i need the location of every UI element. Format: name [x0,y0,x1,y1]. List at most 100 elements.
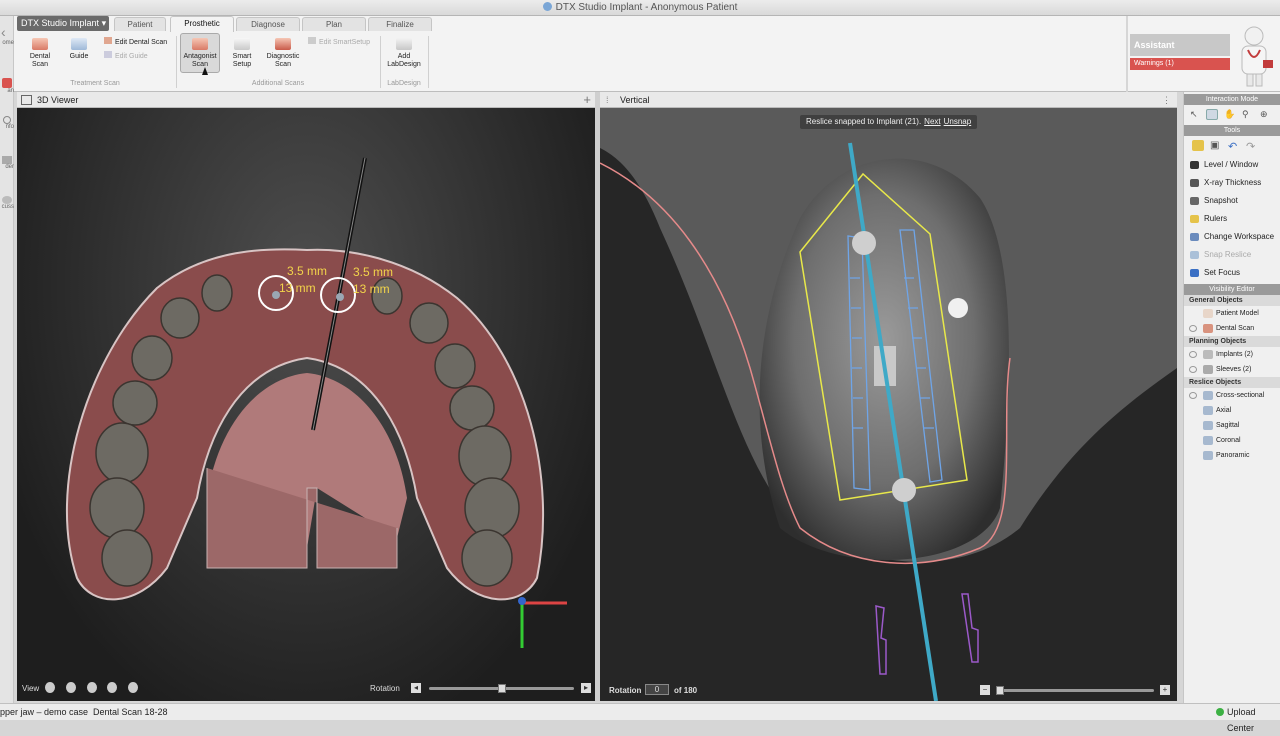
tab-patient[interactable]: Patient [114,17,166,31]
dental-scan-button[interactable]: Dental Scan [24,38,56,69]
view-menu-icon[interactable]: ⋮ [1162,92,1171,108]
tab-plan[interactable]: Plan [302,17,366,31]
scan-nav[interactable]: an [0,78,14,100]
rotation-input[interactable]: 0 [645,684,669,695]
visibility-implants[interactable]: Implants (2) [1184,347,1280,362]
info-nav[interactable]: nfo [0,116,14,138]
implant1-diameter-label: 3.5 mm [287,264,328,278]
diagnostic-scan-button[interactable]: Diagnostic Scan [264,38,302,69]
edit-smartsetup-icon [308,37,316,44]
home-nav[interactable]: ‹ ome [0,24,14,44]
tool-snap-reslice[interactable]: Snap Reslice [1184,246,1280,264]
cross-sectional-icon [1203,391,1213,400]
slider-plus-icon[interactable]: + [1160,685,1170,695]
upload-center-button[interactable]: Upload Center [1227,704,1280,736]
vertical-reslice-canvas[interactable]: Reslice snapped to Implant (21). Next Unsn… [600,108,1177,701]
undo-icon[interactable]: ↶ [1228,140,1240,153]
scan-icon [2,78,12,88]
assistant-doctor-icon [1241,26,1273,87]
rotate-right-icon[interactable]: ▸ [581,683,591,693]
redo-icon[interactable]: ↷ [1246,140,1258,153]
edit-smartsetup-button[interactable]: Edit SmartSetup [308,37,370,46]
tool-level-window[interactable]: Level / Window [1184,156,1280,174]
next-link[interactable]: Next [924,117,940,126]
visibility-patient-model[interactable]: Patient Model [1184,306,1280,321]
visibility-dental-scan[interactable]: Dental Scan [1184,321,1280,336]
guide-button[interactable]: Guide [64,38,94,61]
implant2-diameter-label: 3.5 mm [353,265,394,279]
rotation-slider-vertical[interactable] [996,686,1154,695]
app-icon [542,2,552,11]
assistant-panel: Assistant Warnings (1) [1128,16,1280,92]
zoom-region-icon[interactable]: ⊕ [1260,109,1272,120]
tools-header: Tools [1184,125,1280,136]
info-icon [3,116,11,124]
interaction-mode-toolbar: ↖ ✋ ⚲ ⊕ [1184,105,1280,123]
assistant-title[interactable]: Assistant [1130,34,1230,56]
view-presets [45,682,139,696]
tab-diagnose[interactable]: Diagnose [236,17,300,31]
visibility-sagittal[interactable]: Sagittal [1184,418,1280,433]
vertical-header: ⁞ Vertical ⋮ [600,92,1177,108]
smart-setup-button[interactable]: Smart Setup [228,38,256,69]
group-treatment-scan: Treatment Scan [70,80,120,87]
viewer3d-canvas[interactable]: 3.5 mm 13 mm 3.5 mm 13 mm View Rotation … [17,108,595,701]
ct-reslice-image [600,108,1177,701]
slider-minus-icon[interactable]: − [980,685,990,695]
slider-knob[interactable] [996,686,1004,695]
eye-icon[interactable] [1189,392,1197,399]
window-title: DTX Studio Implant - Anonymous Patient [555,2,738,13]
pointer-icon[interactable]: ↖ [1190,109,1202,120]
app-menu-button[interactable]: DTX Studio Implant ▾ [17,16,109,31]
eye-icon[interactable] [1189,351,1197,358]
open-folder-icon[interactable] [1192,140,1204,151]
eye-icon[interactable] [1189,325,1197,332]
edit-guide-button[interactable]: Edit Guide [104,51,148,60]
save-icon[interactable]: ▣ [1210,140,1222,151]
head-back-icon[interactable] [107,682,118,693]
unsnap-link[interactable]: Unsnap [944,117,972,126]
tab-prosthetic[interactable]: Prosthetic [170,16,234,32]
visibility-cross-sectional[interactable]: Cross-sectional [1184,388,1280,403]
add-labdesign-icon [396,38,412,50]
tool-xray-thickness[interactable]: X-ray Thickness [1184,174,1280,192]
guide-icon [71,38,87,50]
vertical-title: Vertical [620,95,650,105]
rotate-left-icon[interactable]: ◂ [411,683,421,693]
status-case: pper jaw – demo case [0,707,89,717]
folder-nav[interactable]: der [0,156,14,178]
antagonist-scan-button[interactable]: Antagonist Scan [180,33,220,73]
add-labdesign-button[interactable]: Add LabDesign [384,38,424,69]
visibility-sleeves[interactable]: Sleeves (2) [1184,362,1280,377]
ribbon-separator [428,36,429,88]
rotation-slider-3d[interactable] [429,684,574,693]
tool-change-workspace[interactable]: Change Workspace [1184,228,1280,246]
zoom-icon[interactable]: ⚲ [1242,109,1254,120]
visibility-panoramic[interactable]: Panoramic [1184,448,1280,463]
visibility-coronal[interactable]: Coronal [1184,433,1280,448]
viewer3d-header: 3D Viewer + [17,92,595,108]
tool-set-focus[interactable]: Set Focus [1184,264,1280,282]
tool-rulers[interactable]: Rulers [1184,210,1280,228]
warnings-badge[interactable]: Warnings (1) [1130,58,1230,70]
visibility-axial[interactable]: Axial [1184,403,1280,418]
head-top-icon[interactable] [86,682,97,693]
rotate-mode-icon[interactable] [1206,109,1218,120]
discuss-nav[interactable]: cuss [0,196,14,218]
reslice-objects-header: Reslice Objects [1184,377,1280,388]
eye-icon[interactable] [1189,366,1197,373]
head-side-icon[interactable] [65,682,76,693]
interaction-mode-header: Interaction Mode [1184,94,1280,105]
reslice-snap-notice: Reslice snapped to Implant (21). Next Unsn… [800,115,978,129]
rotation-label-3d: Rotation [370,684,400,693]
edit-dental-scan-button[interactable]: Edit Dental Scan [104,37,167,46]
status-bar: pper jaw – demo case Dental Scan 18-28 U… [0,703,1280,733]
pan-hand-icon[interactable]: ✋ [1224,109,1236,120]
group-additional-scans: Additional Scans [251,80,305,87]
tab-finalize[interactable]: Finalize [368,17,432,31]
head-front-icon[interactable] [45,682,55,693]
add-view-icon[interactable]: + [583,92,591,108]
slider-knob[interactable] [497,684,506,693]
tool-snapshot[interactable]: Snapshot [1184,192,1280,210]
head-bottom-icon[interactable] [128,682,139,693]
